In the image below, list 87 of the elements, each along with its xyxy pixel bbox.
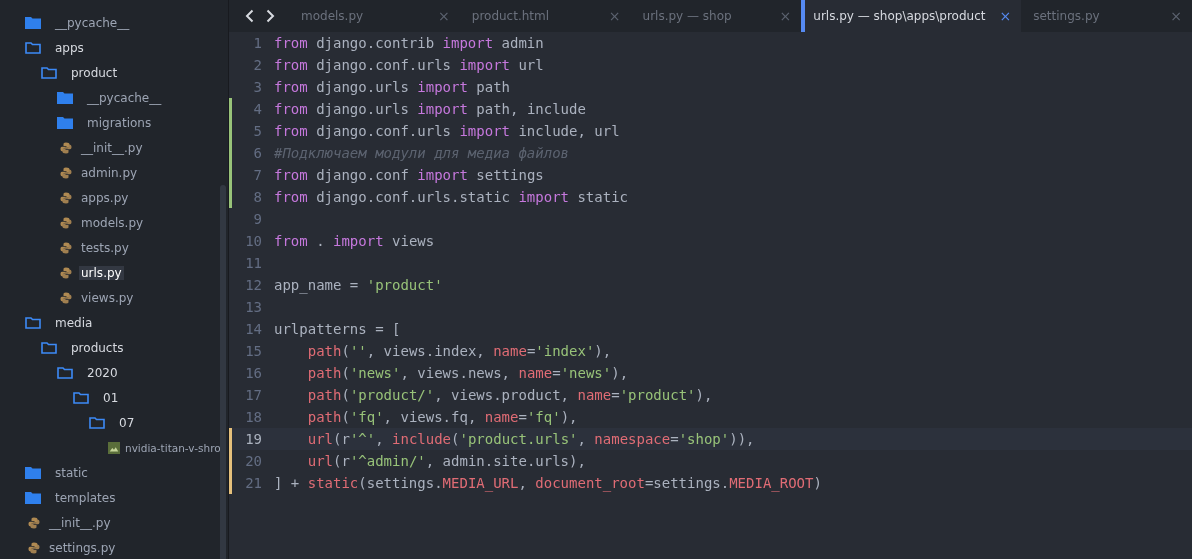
- tree-item[interactable]: tests.py: [79, 240, 131, 255]
- line-number: 21: [244, 475, 263, 491]
- code-line: from django.urls import path: [274, 79, 511, 95]
- tree-item[interactable]: admin.py: [79, 165, 140, 180]
- python-icon: [60, 216, 72, 229]
- tree-item[interactable]: apps: [53, 40, 86, 55]
- folder-icon: [25, 16, 41, 29]
- folder-icon: [25, 466, 41, 479]
- code-line: from django.contrib import admin: [274, 35, 544, 51]
- image-icon: [108, 441, 120, 454]
- folder-icon: [57, 116, 73, 129]
- code-line: from . import views: [274, 233, 435, 249]
- line-number: 4: [252, 101, 263, 117]
- line-number: 12: [244, 277, 263, 293]
- folder-icon: [89, 416, 105, 429]
- close-icon[interactable]: ×: [999, 8, 1012, 24]
- line-number: 15: [244, 343, 263, 359]
- tree-item[interactable]: views.py: [79, 290, 136, 305]
- python-icon: [60, 266, 72, 279]
- code-line: from django.conf import settings: [274, 167, 544, 183]
- code-line: urlpatterns = [: [274, 321, 401, 337]
- code-line: url(r'^admin/', admin.site.urls),: [306, 453, 586, 469]
- tree-item[interactable]: products: [69, 340, 126, 355]
- tree-item[interactable]: __init__.py: [47, 515, 113, 530]
- line-number: 11: [244, 255, 263, 271]
- code-line: path('product/', views.product, name='product'),: [306, 387, 713, 403]
- python-icon: [28, 541, 40, 554]
- tree-item[interactable]: media: [53, 315, 95, 330]
- tree-item[interactable]: static: [53, 465, 90, 480]
- tree-item[interactable]: 01: [101, 390, 121, 405]
- tree-item[interactable]: templates: [53, 490, 118, 505]
- tree-item[interactable]: apps.py: [79, 190, 131, 205]
- line-number: 10: [244, 233, 263, 249]
- line-number: 20: [244, 453, 263, 469]
- folder-icon: [25, 491, 41, 504]
- code-line: from django.conf.urls.static import static: [274, 189, 629, 205]
- tree-item[interactable]: product: [69, 65, 120, 80]
- folder-icon: [57, 366, 73, 379]
- code-line: ] + static(settings.MEDIA_URL, document_root=settings.MEDIA_ROOT): [274, 475, 822, 491]
- folder-icon: [73, 391, 89, 404]
- line-number: 8: [252, 189, 263, 205]
- tree-item[interactable]: 07: [117, 415, 137, 430]
- python-icon: [60, 141, 72, 154]
- back-icon[interactable]: [245, 9, 254, 23]
- code-line: path('news', views.news, name='news'),: [306, 365, 629, 381]
- line-number: 19: [244, 431, 263, 447]
- tree-item[interactable]: __init__.py: [79, 140, 145, 155]
- code-line: #Подключаем модули для медиа файлов: [274, 145, 569, 161]
- tree-item[interactable]: 2020: [85, 365, 120, 380]
- line-number: 16: [244, 365, 263, 381]
- python-icon: [60, 241, 72, 254]
- code-line: from django.urls import path, include: [274, 101, 586, 117]
- folder-icon: [57, 91, 73, 104]
- python-icon: [60, 291, 72, 304]
- folder-icon: [25, 41, 41, 54]
- line-number: 1: [252, 35, 263, 51]
- python-icon: [60, 166, 72, 179]
- line-number: 14: [244, 321, 263, 337]
- line-number: 2: [252, 57, 263, 73]
- line-number: 13: [244, 299, 263, 315]
- folder-icon: [25, 316, 41, 329]
- tree-item[interactable]: models.py: [79, 215, 146, 230]
- code-line: from django.conf.urls import include, url: [274, 123, 620, 139]
- line-number: 17: [244, 387, 263, 403]
- editor-tab[interactable]: urls.py — shop\apps\product ×: [801, 0, 1022, 32]
- code-line: url(r'^', include('product.urls', namespace='shop')),: [306, 431, 755, 447]
- tree-item[interactable]: migrations: [85, 115, 154, 130]
- line-number: 3: [252, 79, 263, 95]
- line-number: 7: [252, 167, 263, 183]
- code-line: app_name = 'product': [274, 277, 443, 293]
- tree-item[interactable]: urls.py: [79, 265, 124, 280]
- line-number: 6: [252, 145, 263, 161]
- line-number: 18: [244, 409, 263, 425]
- code-line: from django.conf.urls import url: [274, 57, 544, 73]
- line-number: 5: [252, 123, 263, 139]
- folder-icon: [41, 341, 57, 354]
- python-icon: [60, 191, 72, 204]
- code-line: path('fq', views.fq, name='fq'),: [306, 409, 578, 425]
- tree-item[interactable]: nvidia-titan-v-shro: [123, 441, 223, 454]
- tree-item[interactable]: __pycache__: [85, 90, 164, 105]
- tree-item[interactable]: settings.py: [47, 540, 118, 555]
- python-icon: [28, 516, 40, 529]
- forward-icon[interactable]: [266, 9, 275, 23]
- tree-item[interactable]: __pycache__: [53, 15, 132, 30]
- line-number: 9: [252, 211, 263, 227]
- folder-icon: [41, 66, 57, 79]
- code-line: path('', views.index, name='index'),: [306, 343, 612, 359]
